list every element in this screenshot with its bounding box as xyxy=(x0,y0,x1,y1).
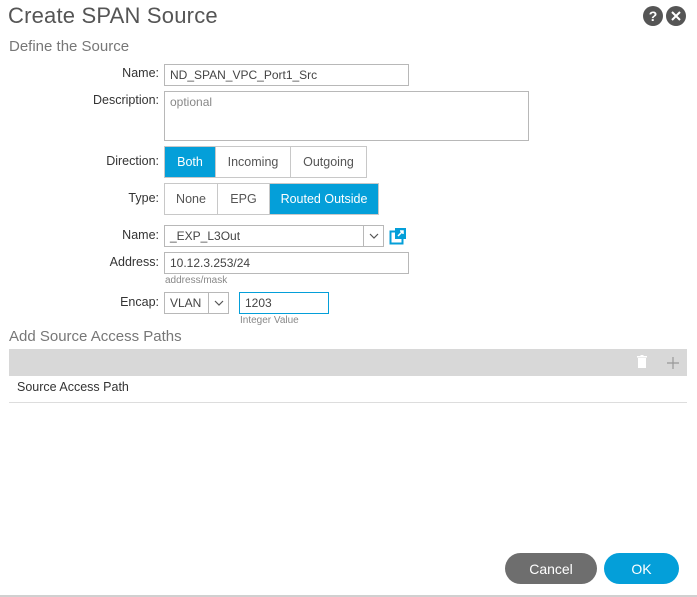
dialog-title: Create SPAN Source xyxy=(8,3,218,28)
address-label: Address: xyxy=(109,255,159,269)
description-placeholder: optional xyxy=(170,95,213,109)
header-icons: ? xyxy=(643,6,686,26)
close-icon[interactable] xyxy=(666,6,686,26)
description-input[interactable]: optional xyxy=(164,91,529,141)
direction-selector: Both Incoming Outgoing xyxy=(164,146,367,178)
direction-option-both[interactable]: Both xyxy=(165,147,216,177)
encap-type-value: VLAN xyxy=(170,296,202,310)
name-label: Name: xyxy=(122,66,159,80)
encap-label: Encap: xyxy=(120,295,159,309)
encap-type-select[interactable]: VLAN xyxy=(164,292,229,314)
type-option-none[interactable]: None xyxy=(165,184,218,214)
encap-value: 1203 xyxy=(245,296,272,310)
type-selector: None EPG Routed Outside xyxy=(164,183,379,215)
add-icon[interactable] xyxy=(667,356,679,374)
ok-button[interactable]: OK xyxy=(604,553,679,584)
name-input-value: ND_SPAN_VPC_Port1_Src xyxy=(170,68,318,82)
trash-icon[interactable] xyxy=(637,355,647,373)
l3out-name-select[interactable]: _EXP_L3Out xyxy=(164,225,384,247)
name-input[interactable]: ND_SPAN_VPC_Port1_Src xyxy=(164,64,409,86)
direction-option-incoming[interactable]: Incoming xyxy=(216,147,291,177)
table-toolbar xyxy=(9,349,687,376)
cancel-button[interactable]: Cancel xyxy=(505,553,597,584)
direction-label: Direction: xyxy=(106,154,159,168)
l3out-name-value: _EXP_L3Out xyxy=(170,229,241,243)
section-add-source-access-paths: Add Source Access Paths xyxy=(9,328,182,345)
help-icon[interactable]: ? xyxy=(643,6,663,26)
column-header-source-access-path: Source Access Path xyxy=(17,380,129,394)
address-input[interactable]: 10.12.3.253/24 xyxy=(164,252,409,274)
l3out-name-label: Name: xyxy=(122,228,159,242)
chevron-down-icon[interactable] xyxy=(208,293,228,313)
description-label: Description: xyxy=(93,93,159,107)
encap-hint: Integer Value xyxy=(240,315,299,326)
type-option-routed-outside[interactable]: Routed Outside xyxy=(270,184,378,214)
address-hint: address/mask xyxy=(165,275,228,286)
type-label: Type: xyxy=(128,191,159,205)
table-divider xyxy=(9,402,687,403)
section-define-source: Define the Source xyxy=(9,38,130,55)
direction-option-outgoing[interactable]: Outgoing xyxy=(291,147,366,177)
open-external-icon[interactable] xyxy=(389,227,407,245)
chevron-down-icon[interactable] xyxy=(363,226,383,246)
type-option-epg[interactable]: EPG xyxy=(218,184,270,214)
address-input-value: 10.12.3.253/24 xyxy=(170,256,251,270)
encap-value-input[interactable]: 1203 xyxy=(239,292,329,314)
